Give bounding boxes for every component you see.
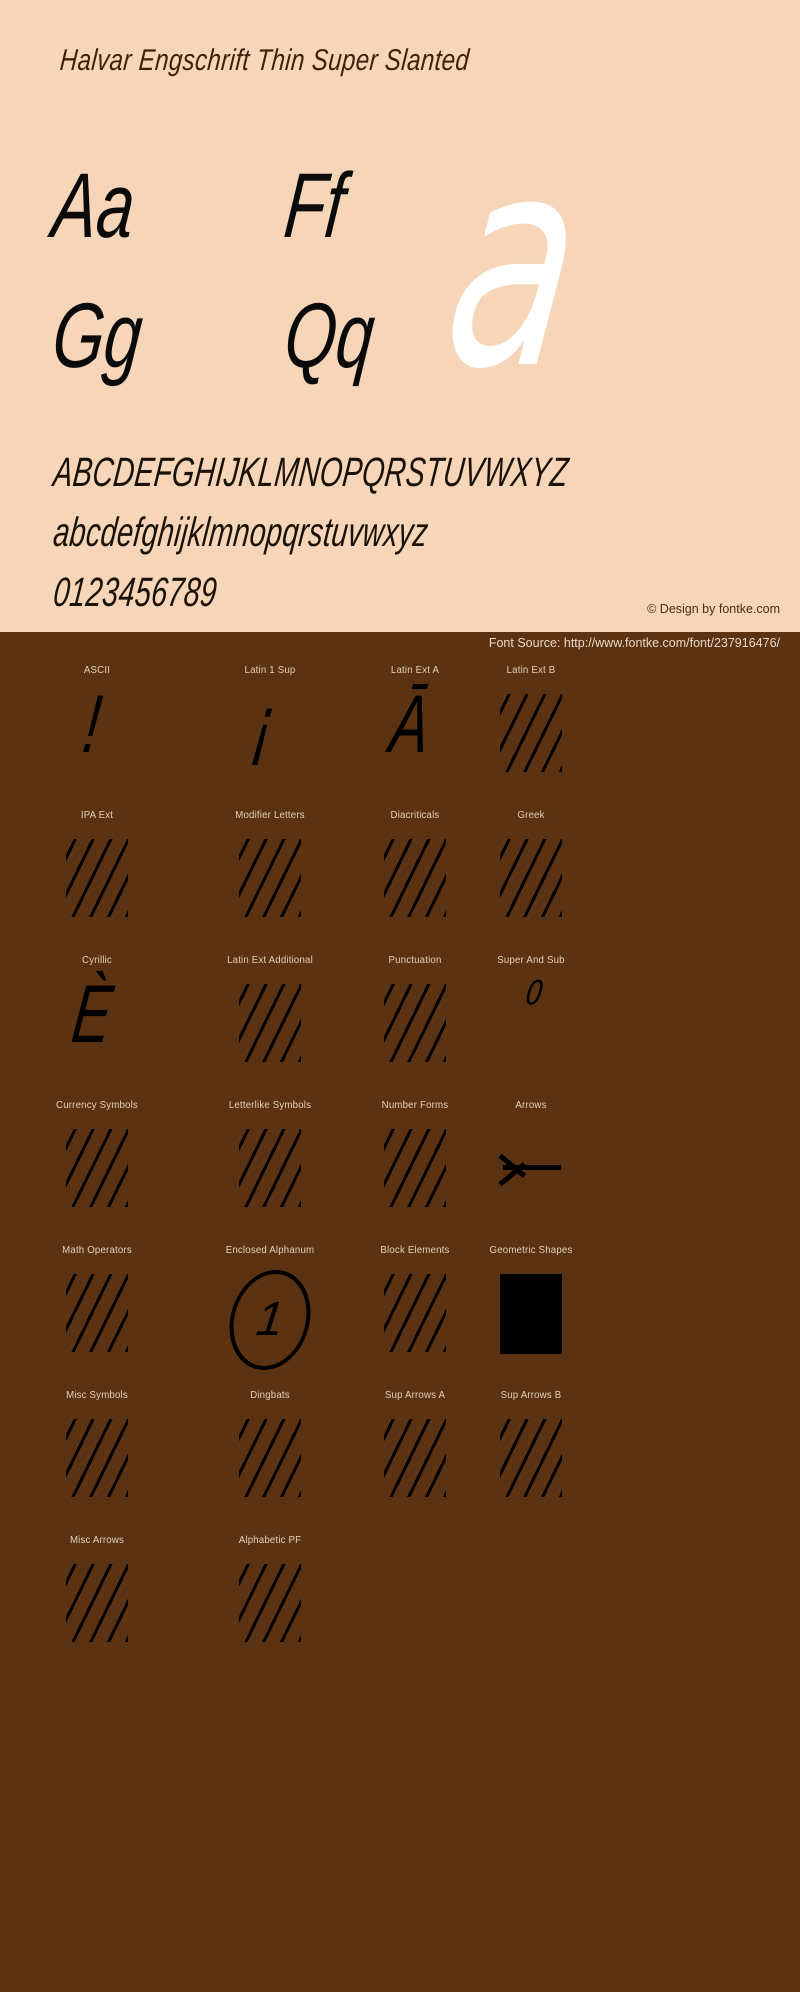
unicode-block-preview <box>7 1264 187 1368</box>
unicode-block-grid: ASCII! Latin 1 Sup ¡ Latin Ext A Ā Latin Ext … <box>0 658 800 1992</box>
arrow-left-icon <box>498 1133 563 1211</box>
missing-glyph-hatch-icon <box>66 1129 128 1207</box>
unicode-block-glyph: ¡ <box>249 679 281 770</box>
unicode-block-row: Currency Symbols Letterlike Symbols Number… <box>0 1093 800 1238</box>
unicode-block-cell[interactable]: Math Operators <box>7 1238 187 1383</box>
unicode-block-preview: ⁰ <box>441 970 621 1078</box>
digit-row: 0123456789 <box>51 569 220 615</box>
unicode-block-cell[interactable]: Greek <box>441 803 621 948</box>
unicode-block-preview <box>180 1554 360 1658</box>
font-source-link[interactable]: Font Source: http://www.fontke.com/font/… <box>489 636 780 650</box>
unicode-block-label: Geometric Shapes <box>489 1244 573 1256</box>
unicode-block-cell[interactable]: Sup Arrows B <box>441 1383 621 1528</box>
letter-pair: Aa <box>48 155 140 257</box>
unicode-block-row: Cyrillic Ѐ Latin Ext Additional Punctuation… <box>0 948 800 1093</box>
unicode-block-preview <box>7 1554 187 1658</box>
filled-square-icon <box>500 1274 562 1354</box>
unicode-block-glyph: ⁰ <box>514 970 540 1037</box>
page-title: Halvar Engschrift Thin Super Slanted <box>58 44 471 77</box>
unicode-block-glyph: Ѐ <box>67 969 117 1060</box>
unicode-block-cell[interactable]: ASCII! <box>7 658 187 803</box>
unicode-block-preview <box>441 684 621 788</box>
unicode-block-row: IPA Ext Modifier Letters Diacriticals Greek <box>0 803 800 948</box>
unicode-block-label: Alphabetic PF <box>238 1534 302 1546</box>
unicode-block-label: Greek <box>517 809 545 821</box>
unicode-block-label: IPA Ext <box>80 809 114 821</box>
unicode-block-label: Math Operators <box>62 1244 132 1256</box>
missing-glyph-hatch-icon <box>384 1129 446 1207</box>
font-specimen-page: Halvar Engschrift Thin Super Slanted a A… <box>0 0 800 1992</box>
unicode-block-preview <box>7 829 187 933</box>
unicode-block-label: Currency Symbols <box>56 1099 138 1111</box>
unicode-block-preview: Ѐ <box>7 969 187 1078</box>
watermark-glyph: a <box>431 96 598 433</box>
missing-glyph-hatch-icon <box>384 1274 446 1352</box>
copyright-notice: © Design by fontke.com <box>647 602 780 616</box>
missing-glyph-hatch-icon <box>239 839 301 917</box>
alphabet-lowercase: abcdefghijklmnopqrstuvwxyz <box>51 509 431 555</box>
unicode-block-preview <box>441 1264 621 1368</box>
unicode-block-preview: ! <box>7 679 187 788</box>
unicode-block-label: Cyrillic <box>82 954 112 966</box>
missing-glyph-hatch-icon <box>500 1419 562 1497</box>
unicode-block-label: Super And Sub <box>497 954 565 966</box>
unicode-block-label: Sup Arrows B <box>500 1389 562 1401</box>
unicode-block-cell[interactable]: Alphabetic PF <box>180 1528 360 1673</box>
unicode-block-label: ASCII <box>83 664 111 676</box>
missing-glyph-hatch-icon <box>384 839 446 917</box>
letter-pair: Gg <box>48 285 147 387</box>
unicode-block-label: Arrows <box>515 1099 547 1111</box>
missing-glyph-hatch-icon <box>239 1419 301 1497</box>
unicode-block-cell[interactable]: Geometric Shapes <box>441 1238 621 1383</box>
unicode-block-preview <box>7 1119 187 1223</box>
unicode-block-glyph: Ā <box>385 679 435 770</box>
missing-glyph-hatch-icon <box>66 1564 128 1642</box>
unicode-block-row: Misc Symbols Dingbats Sup Arrows A Sup Arro… <box>0 1383 800 1528</box>
unicode-block-cell[interactable]: Super And Sub ⁰ <box>441 948 621 1093</box>
unicode-block-cell[interactable]: IPA Ext <box>7 803 187 948</box>
letter-pair: Ff <box>280 155 350 257</box>
missing-glyph-hatch-icon <box>239 1129 301 1207</box>
missing-glyph-hatch-icon <box>239 984 301 1062</box>
font-source-bar: Font Source: http://www.fontke.com/font/… <box>0 632 800 658</box>
missing-glyph-hatch-icon <box>500 839 562 917</box>
missing-glyph-hatch-icon <box>66 1274 128 1352</box>
missing-glyph-hatch-icon <box>384 1419 446 1497</box>
missing-glyph-hatch-icon <box>66 1419 128 1497</box>
unicode-block-preview <box>7 1409 187 1513</box>
missing-glyph-hatch-icon <box>500 694 562 772</box>
unicode-block-label: Latin Ext B <box>506 664 556 676</box>
unicode-block-cell[interactable]: Misc Symbols <box>7 1383 187 1528</box>
unicode-block-glyph: ! <box>78 679 106 770</box>
circled-digit-icon: 1 <box>223 1270 317 1370</box>
specimen-panel: Halvar Engschrift Thin Super Slanted a A… <box>0 0 800 632</box>
missing-glyph-hatch-icon <box>384 984 446 1062</box>
unicode-block-row: Math Operators Enclosed Alphanum 1 Block El… <box>0 1238 800 1383</box>
unicode-block-label: Misc Arrows <box>69 1534 125 1546</box>
unicode-block-row: ASCII! Latin 1 Sup ¡ Latin Ext A Ā Latin Ext … <box>0 658 800 803</box>
missing-glyph-hatch-icon <box>66 839 128 917</box>
unicode-block-label: Misc Symbols <box>66 1389 128 1401</box>
letter-pair: Qq <box>280 285 379 387</box>
unicode-block-cell[interactable]: Cyrillic Ѐ <box>7 948 187 1093</box>
unicode-block-preview <box>441 1119 621 1223</box>
unicode-block-cell[interactable]: Arrows <box>441 1093 621 1238</box>
unicode-block-row: Misc Arrows Alphabetic PF <box>0 1528 800 1673</box>
unicode-block-cell[interactable]: Misc Arrows <box>7 1528 187 1673</box>
unicode-block-preview <box>441 1409 621 1513</box>
unicode-block-preview <box>441 829 621 933</box>
unicode-block-cell[interactable]: Latin Ext B <box>441 658 621 803</box>
missing-glyph-hatch-icon <box>239 1564 301 1642</box>
unicode-block-cell[interactable]: Currency Symbols <box>7 1093 187 1238</box>
alphabet-uppercase: ABCDEFGHIJKLMNOPQRSTUVWXYZ <box>51 449 571 495</box>
